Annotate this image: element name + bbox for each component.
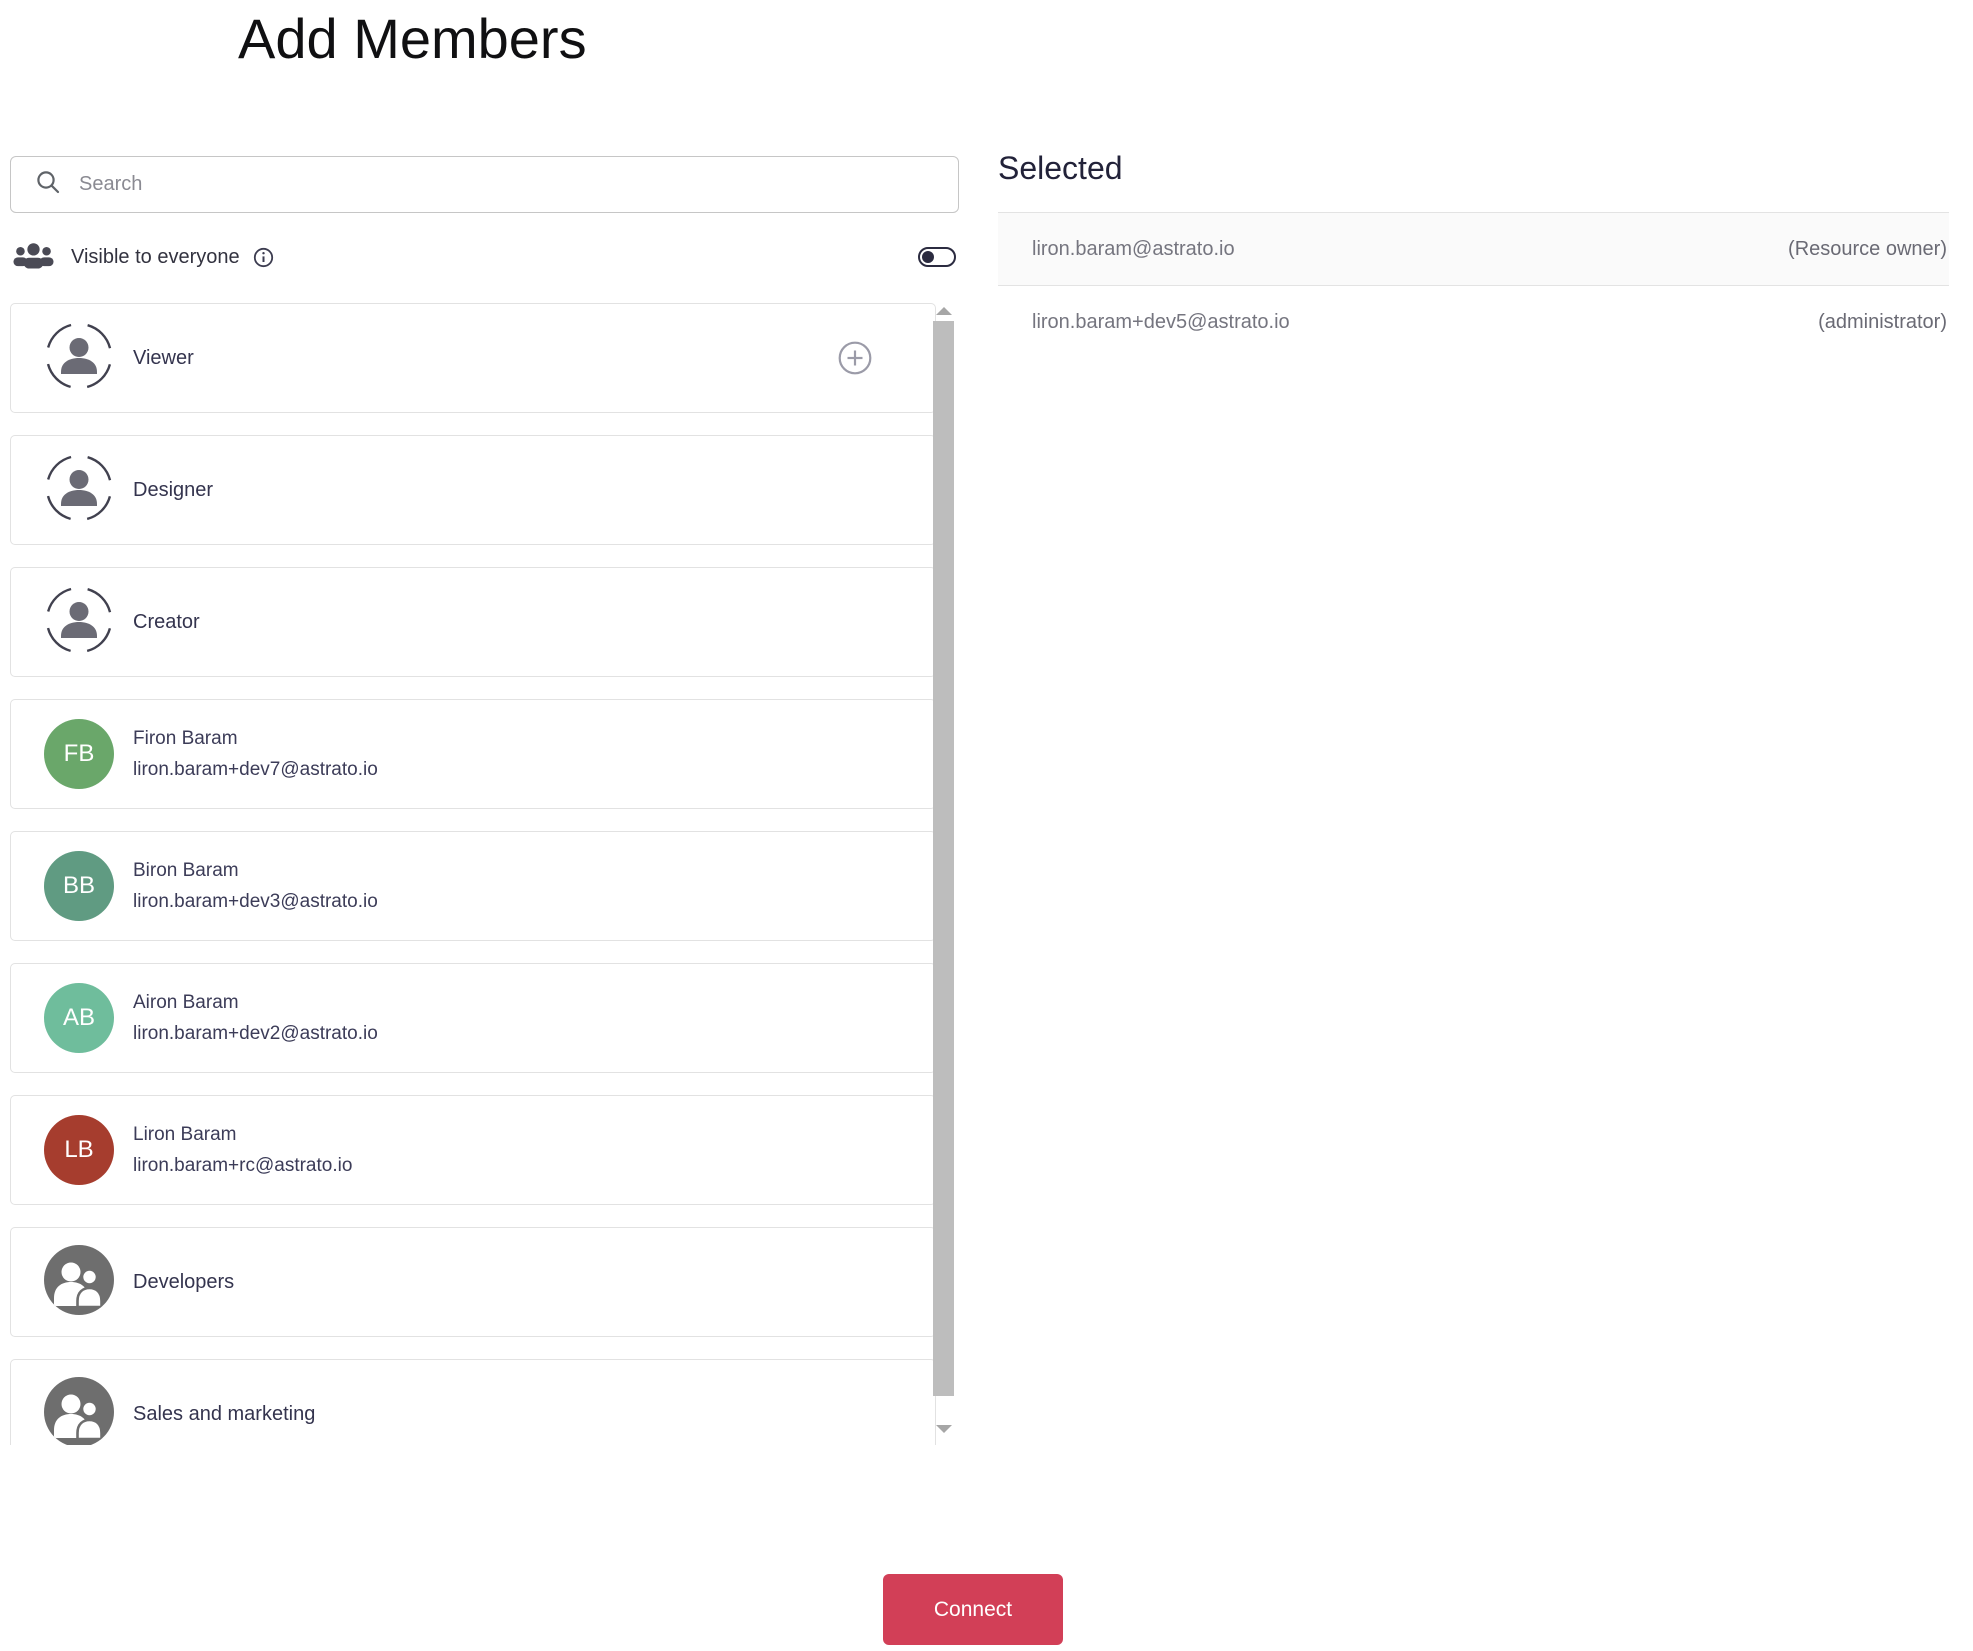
role-label: Creator	[133, 610, 200, 633]
search-box[interactable]	[10, 156, 959, 213]
group-label: Developers	[133, 1270, 235, 1293]
selected-role: (Resource owner)	[1788, 237, 1947, 260]
visibility-row: Visible to everyone	[10, 241, 959, 273]
search-input[interactable]	[79, 159, 958, 210]
info-icon[interactable]	[253, 247, 274, 268]
avatar: AB	[44, 983, 114, 1053]
user-name: Airon Baram	[133, 992, 239, 1013]
role-person-icon	[44, 321, 114, 396]
user-email: liron.baram+dev2@astrato.io	[133, 1023, 378, 1044]
selected-row: liron.baram+dev5@astrato.io (administrat…	[998, 286, 1949, 359]
user-text: Firon Baram liron.baram+dev7@astrato.io	[133, 723, 378, 785]
visibility-label: Visible to everyone	[71, 245, 240, 268]
list-item-user[interactable]: AB Airon Baram liron.baram+dev2@astrato.…	[10, 963, 936, 1073]
user-text: Liron Baram liron.baram+rc@astrato.io	[133, 1119, 352, 1181]
scrollbar-thumb[interactable]	[933, 321, 954, 1396]
toggle-knob	[922, 251, 934, 263]
selected-row: liron.baram@astrato.io (Resource owner)	[998, 213, 1949, 286]
visibility-toggle[interactable]	[918, 247, 956, 267]
list-item-role[interactable]: Creator	[10, 567, 936, 677]
page-title: Add Members	[238, 7, 587, 70]
selected-email: liron.baram+dev5@astrato.io	[1032, 311, 1290, 333]
add-members-dialog: Add Members Visible to everyone	[0, 0, 1973, 1651]
group-avatar-icon	[44, 1244, 114, 1320]
selected-list: liron.baram@astrato.io (Resource owner) …	[998, 212, 1949, 359]
connect-button[interactable]: Connect	[883, 1574, 1063, 1645]
group-label: Sales and marketing	[133, 1402, 316, 1425]
avatar: LB	[44, 1115, 114, 1185]
selected-heading: Selected	[998, 150, 1123, 186]
role-person-icon	[44, 585, 114, 660]
scroll-down-icon[interactable]	[936, 1425, 952, 1433]
user-name: Firon Baram	[133, 728, 238, 749]
scrollbar[interactable]	[933, 303, 954, 1441]
search-icon	[35, 169, 61, 200]
user-email: liron.baram+dev7@astrato.io	[133, 759, 378, 780]
scroll-up-icon[interactable]	[936, 307, 952, 315]
member-picker-panel: Visible to everyone Viewer	[10, 156, 959, 1445]
role-person-icon	[44, 453, 114, 528]
user-email: liron.baram+rc@astrato.io	[133, 1155, 353, 1176]
user-name: Liron Baram	[133, 1124, 237, 1145]
list-item-group[interactable]: Sales and marketing	[10, 1359, 936, 1445]
list-item-user[interactable]: LB Liron Baram liron.baram+rc@astrato.io	[10, 1095, 936, 1205]
list-item-role[interactable]: Viewer	[10, 303, 936, 413]
user-email: liron.baram+dev3@astrato.io	[133, 891, 378, 912]
user-name: Biron Baram	[133, 860, 239, 881]
role-label: Viewer	[133, 346, 194, 369]
selected-panel: Selected liron.baram@astrato.io (Resourc…	[998, 150, 1949, 359]
selected-role: (administrator)	[1818, 311, 1947, 333]
groups-icon	[13, 241, 54, 274]
selected-email: liron.baram@astrato.io	[1032, 237, 1235, 260]
add-plus-icon[interactable]	[838, 341, 872, 375]
member-list: Viewer Designer Creator FB Firon Baram l…	[10, 303, 959, 1445]
user-text: Biron Baram liron.baram+dev3@astrato.io	[133, 855, 378, 917]
list-item-user[interactable]: FB Firon Baram liron.baram+dev7@astrato.…	[10, 699, 936, 809]
list-item-group[interactable]: Developers	[10, 1227, 936, 1337]
group-avatar-icon	[44, 1376, 114, 1445]
list-item-user[interactable]: BB Biron Baram liron.baram+dev3@astrato.…	[10, 831, 936, 941]
avatar: BB	[44, 851, 114, 921]
avatar: FB	[44, 719, 114, 789]
list-item-role[interactable]: Designer	[10, 435, 936, 545]
role-label: Designer	[133, 478, 214, 501]
user-text: Airon Baram liron.baram+dev2@astrato.io	[133, 987, 378, 1049]
